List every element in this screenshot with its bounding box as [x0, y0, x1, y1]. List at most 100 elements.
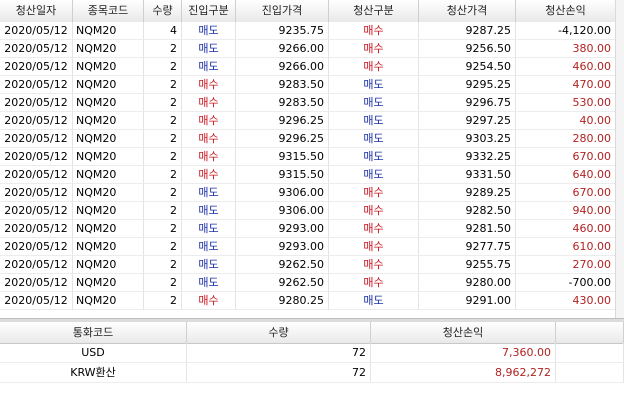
- cell-symbol: NQM20: [73, 256, 144, 273]
- summary-row[interactable]: KRW환산 72 8,962,272: [0, 363, 624, 383]
- table-row[interactable]: 2020/05/12 NQM20 4 매도 9235.75 매수 9287.25 -4,120…: [0, 22, 624, 40]
- grid-header: 청산일자 종목코드 수량 진입구분 진입가격 청산구분 청산가격 청산손익: [0, 0, 624, 23]
- summary-header-currency[interactable]: 통화코드: [0, 322, 187, 343]
- table-row[interactable]: 2020/05/12 NQM20 2 매도 9262.50 매수 9255.75 270.00: [0, 256, 624, 274]
- summary-header-pnl[interactable]: 청산손익: [371, 322, 556, 343]
- cell-pnl: 460.00: [516, 58, 616, 75]
- cell-entry-type: 매도: [182, 220, 236, 237]
- table-row[interactable]: 2020/05/12 NQM20 2 매도 9293.00 매수 9281.50 460.00: [0, 220, 624, 238]
- cell-entry-type: 매도: [182, 22, 236, 39]
- cell-pnl: 940.00: [516, 202, 616, 219]
- table-row[interactable]: 2020/05/12 NQM20 2 매도 9266.00 매수 9254.50 460.00: [0, 58, 624, 76]
- cell-entry-price: 9262.50: [236, 256, 329, 273]
- cell-exit-price: 9289.25: [419, 184, 516, 201]
- cell-exit-price: 9282.50: [419, 202, 516, 219]
- cell-entry-price: 9262.50: [236, 274, 329, 291]
- cell-entry-price: 9315.50: [236, 166, 329, 183]
- header-entry-price[interactable]: 진입가격: [236, 0, 329, 22]
- cell-entry-price: 9293.00: [236, 238, 329, 255]
- cell-entry-price: 9296.25: [236, 112, 329, 129]
- cell-quantity: 2: [144, 40, 182, 57]
- cell-exit-price: 9296.75: [419, 94, 516, 111]
- cell-symbol: NQM20: [73, 292, 144, 309]
- cell-exit-date: 2020/05/12: [0, 184, 73, 201]
- cell-exit-date: 2020/05/12: [0, 112, 73, 129]
- header-exit-price[interactable]: 청산가격: [419, 0, 516, 22]
- cell-exit-type: 매수: [329, 58, 419, 75]
- cell-entry-price: 9293.00: [236, 220, 329, 237]
- trade-history-grid: 청산일자 종목코드 수량 진입구분 진입가격 청산구분 청산가격 청산손익 20…: [0, 0, 624, 318]
- cell-exit-date: 2020/05/12: [0, 292, 73, 309]
- header-entry-type[interactable]: 진입구분: [182, 0, 236, 22]
- table-row[interactable]: 2020/05/12 NQM20 2 매도 9306.00 매수 9282.50 940.00: [0, 202, 624, 220]
- table-row[interactable]: 2020/05/12 NQM20 2 매수 9315.50 매도 9332.25 670.00: [0, 148, 624, 166]
- cell-exit-price: 9256.50: [419, 40, 516, 57]
- cell-entry-price: 9315.50: [236, 148, 329, 165]
- cell-quantity: 2: [144, 76, 182, 93]
- summary-cell-quantity: 72: [187, 363, 371, 382]
- header-pnl[interactable]: 청산손익: [516, 0, 616, 22]
- cell-pnl: -4,120.00: [516, 22, 616, 39]
- table-row[interactable]: 2020/05/12 NQM20 2 매도 9262.50 매수 9280.00 -700.0…: [0, 274, 624, 292]
- cell-exit-price: 9280.00: [419, 274, 516, 291]
- cell-exit-type: 매수: [329, 184, 419, 201]
- cell-exit-type: 매도: [329, 148, 419, 165]
- cell-entry-price: 9283.50: [236, 76, 329, 93]
- cell-symbol: NQM20: [73, 238, 144, 255]
- cell-quantity: 2: [144, 94, 182, 111]
- cell-symbol: NQM20: [73, 274, 144, 291]
- cell-entry-price: 9283.50: [236, 94, 329, 111]
- cell-quantity: 2: [144, 256, 182, 273]
- cell-quantity: 2: [144, 238, 182, 255]
- cell-exit-date: 2020/05/12: [0, 130, 73, 147]
- cell-quantity: 2: [144, 184, 182, 201]
- cell-entry-price: 9296.25: [236, 130, 329, 147]
- cell-pnl: 430.00: [516, 292, 616, 309]
- cell-entry-price: 9306.00: [236, 184, 329, 201]
- table-row[interactable]: 2020/05/12 NQM20 2 매수 9315.50 매도 9331.50 640.00: [0, 166, 624, 184]
- cell-exit-price: 9287.25: [419, 22, 516, 39]
- cell-exit-type: 매수: [329, 238, 419, 255]
- cell-symbol: NQM20: [73, 166, 144, 183]
- summary-row[interactable]: USD 72 7,360.00: [0, 343, 624, 363]
- header-exit-date[interactable]: 청산일자: [0, 0, 73, 22]
- cell-exit-date: 2020/05/12: [0, 274, 73, 291]
- header-exit-type[interactable]: 청산구분: [329, 0, 419, 22]
- cell-exit-date: 2020/05/12: [0, 256, 73, 273]
- table-row[interactable]: 2020/05/12 NQM20 2 매수 9296.25 매도 9303.25 280.00: [0, 130, 624, 148]
- cell-exit-date: 2020/05/12: [0, 202, 73, 219]
- cell-entry-price: 9235.75: [236, 22, 329, 39]
- table-row[interactable]: 2020/05/12 NQM20 2 매도 9293.00 매수 9277.75 610.00: [0, 238, 624, 256]
- cell-entry-type: 매수: [182, 76, 236, 93]
- cell-symbol: NQM20: [73, 184, 144, 201]
- cell-exit-date: 2020/05/12: [0, 166, 73, 183]
- vertical-scrollbar[interactable]: [615, 0, 624, 318]
- cell-exit-price: 9303.25: [419, 130, 516, 147]
- cell-entry-price: 9266.00: [236, 40, 329, 57]
- cell-exit-price: 9332.25: [419, 148, 516, 165]
- table-row[interactable]: 2020/05/12 NQM20 2 매수 9296.25 매도 9297.25 40.00: [0, 112, 624, 130]
- cell-quantity: 2: [144, 166, 182, 183]
- cell-symbol: NQM20: [73, 40, 144, 57]
- summary-cell-pnl: 7,360.00: [371, 343, 556, 362]
- cell-exit-type: 매수: [329, 256, 419, 273]
- cell-pnl: 460.00: [516, 220, 616, 237]
- cell-exit-type: 매수: [329, 22, 419, 39]
- cell-quantity: 2: [144, 292, 182, 309]
- cell-exit-date: 2020/05/12: [0, 238, 73, 255]
- cell-exit-date: 2020/05/12: [0, 40, 73, 57]
- table-row[interactable]: 2020/05/12 NQM20 2 매도 9306.00 매수 9289.25 670.00: [0, 184, 624, 202]
- table-row[interactable]: 2020/05/12 NQM20 2 매수 9283.50 매도 9295.25 470.00: [0, 76, 624, 94]
- table-row[interactable]: 2020/05/12 NQM20 2 매도 9266.00 매수 9256.50 380.00: [0, 40, 624, 58]
- cell-exit-type: 매도: [329, 76, 419, 93]
- cell-pnl: 380.00: [516, 40, 616, 57]
- header-quantity[interactable]: 수량: [144, 0, 182, 22]
- cell-exit-type: 매도: [329, 130, 419, 147]
- summary-header-quantity[interactable]: 수량: [187, 322, 371, 343]
- summary-cell-filler: [556, 343, 624, 362]
- table-row[interactable]: 2020/05/12 NQM20 2 매수 9280.25 매도 9291.00 430.00: [0, 292, 624, 310]
- header-symbol[interactable]: 종목코드: [73, 0, 144, 22]
- table-row[interactable]: 2020/05/12 NQM20 2 매수 9283.50 매도 9296.75 530.00: [0, 94, 624, 112]
- cell-exit-type: 매도: [329, 94, 419, 111]
- cell-entry-price: 9306.00: [236, 202, 329, 219]
